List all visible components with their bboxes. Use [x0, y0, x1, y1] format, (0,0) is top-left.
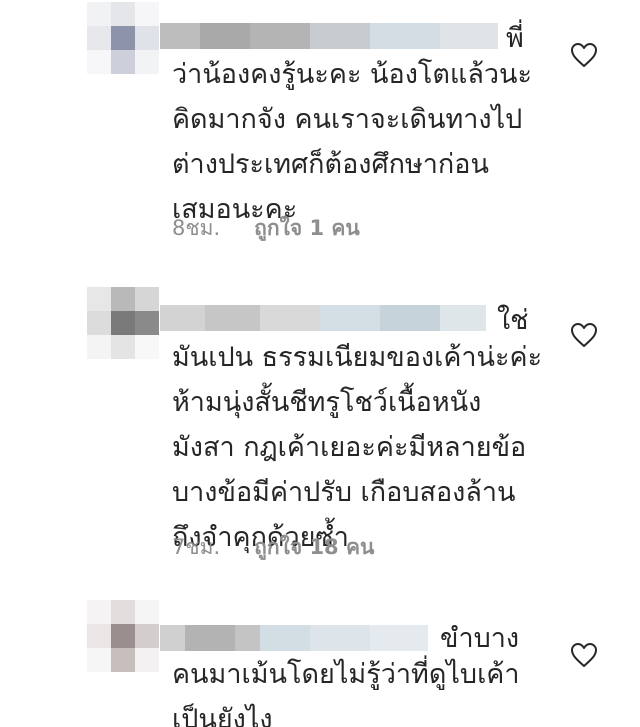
username-pixel — [260, 625, 310, 651]
username-pixel — [310, 625, 370, 651]
heart-outline-icon[interactable] — [570, 642, 598, 668]
avatar-pixel — [111, 648, 135, 672]
comments-list: พี่ ว่าน้องคงรู้นะคะ น้องโตแล้วนะ คิดมาก… — [0, 0, 640, 727]
avatar-pixel — [135, 648, 159, 672]
username-pixel — [185, 625, 235, 651]
username-pixel — [370, 625, 428, 651]
avatar[interactable] — [87, 600, 159, 672]
avatar-pixel — [111, 600, 135, 624]
avatar-pixel — [87, 624, 111, 648]
avatar-pixel — [87, 600, 111, 624]
username-pixel — [235, 625, 260, 651]
comment-text-line: คนมาเม้นโดยไม่รู้ว่าที่ดูไบเค้า — [172, 659, 520, 690]
comment-item: ขำบาง คนมาเม้นโดยไม่รู้ว่าที่ดูไบเค้า เป… — [0, 0, 640, 727]
comment-text: คนมาเม้นโดยไม่รู้ว่าที่ดูไบเค้า เป็นยังไ… — [172, 652, 520, 727]
avatar-pixel — [135, 624, 159, 648]
comment-first-word: ขำบาง — [440, 623, 520, 654]
username[interactable] — [160, 625, 428, 651]
comment-text-line: เป็นยังไง — [172, 704, 273, 727]
avatar-pixel — [87, 648, 111, 672]
avatar-pixel — [135, 600, 159, 624]
username-pixel — [160, 625, 185, 651]
avatar-pixel — [111, 624, 135, 648]
